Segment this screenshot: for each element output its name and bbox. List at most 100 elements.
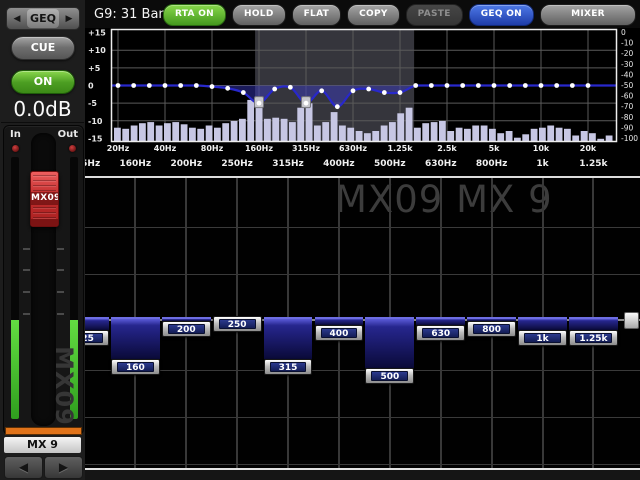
rta-bar [139,123,146,141]
eq-band-dot-5k[interactable] [492,83,497,88]
band-fader-160[interactable] [111,317,160,359]
selector-right-arrow-icon[interactable]: ▶ [59,8,79,29]
rta-bar [131,126,138,142]
fader-knob-label: MX09 [31,192,58,205]
eq-band-dot-1.6k[interactable] [413,83,418,88]
band-cap-160[interactable]: 160 [111,359,160,375]
eq-band-dot-50[interactable] [178,83,183,88]
eq-band-dot-250[interactable] [288,85,293,90]
rta-bar [281,119,288,141]
band-fader-630[interactable] [416,317,465,325]
channel-color-bar [5,427,82,435]
band-fader-800[interactable] [467,317,516,321]
eq-band-dot-16k[interactable] [570,83,575,88]
ruler-label-250Hz: 250Hz [212,159,262,169]
input-meter-fill [11,320,19,419]
geq-on-button[interactable]: GEQ ON [469,4,534,26]
band-grid-hline [85,274,640,275]
eq-band-dot-400[interactable] [319,88,324,93]
flat-button[interactable]: FLAT [292,4,342,26]
eq-band-dot-500[interactable] [335,104,340,109]
rta-bar [547,126,554,142]
right-axis-tick: -50 [621,81,633,90]
eq-band-dot-630[interactable] [351,88,356,93]
eq-band-dot-800[interactable] [366,87,371,92]
band-cap-125[interactable]: 125 [85,330,109,346]
eq-band-dot-3.15k[interactable] [460,83,465,88]
geq-curve-graph[interactable]: +15+10+50-5-10-150-10-20-30-40-50-60-70-… [85,28,640,155]
band-cap-800[interactable]: 800 [467,321,516,337]
band-cap-315[interactable]: 315 [264,359,313,375]
eq-band-dot-20[interactable] [116,83,121,88]
eq-band-dot-80[interactable] [210,84,215,89]
rta-on-button[interactable]: RTA ON [163,4,226,26]
ruler-label-500Hz: 500Hz [365,159,415,169]
rta-bar [147,122,154,141]
eq-band-dot-200[interactable] [272,87,277,92]
rta-bar [172,122,179,141]
band-fader-400[interactable] [315,317,364,325]
on-button[interactable]: ON [11,70,75,94]
rta-bar [606,136,613,142]
band-fader-315[interactable] [264,317,313,359]
band-cap-400[interactable]: 400 [315,325,364,341]
next-channel-button[interactable]: ▶ [44,456,83,479]
out-peak-led [69,145,76,152]
band-cap-label-1.25k: 1.25k [575,333,612,343]
eq-band-dot-315[interactable] [304,101,309,106]
band-cap-1k[interactable]: 1k [518,330,567,346]
channel-sidebar: ◀ GEQ ▶ CUE ON 0.0dB In Out MX09 [0,0,86,480]
band-fader-section[interactable]: MX09 MX 9 1251602002503154005006308001k1… [85,178,640,470]
selector-left-arrow-icon[interactable]: ◀ [7,8,27,29]
zero-gain-handle[interactable] [624,312,639,329]
eq-band-dot-2.5k[interactable] [445,83,450,88]
rta-bar [464,129,471,141]
band-grid-hline [85,227,640,228]
band-cap-label-400: 400 [321,328,358,338]
selector-label[interactable]: GEQ [27,9,59,28]
eq-band-dot-4k[interactable] [476,83,481,88]
x-axis-tick: 80Hz [201,144,224,153]
band-cap-1.25k[interactable]: 1.25k [569,330,618,346]
prev-channel-button[interactable]: ◀ [4,456,43,479]
eq-band-dot-31.5[interactable] [147,83,152,88]
eq-band-dot-1k[interactable] [382,90,387,95]
eq-band-dot-12.5k[interactable] [554,83,559,88]
eq-band-dot-160[interactable] [257,101,262,106]
eq-band-dot-2k[interactable] [429,83,434,88]
eq-band-dot-25[interactable] [131,83,136,88]
left-axis-tick: +10 [88,46,106,55]
geq-selector[interactable]: ◀ GEQ ▶ [6,7,80,30]
ruler-label-1.25k: 1.25k [568,159,618,169]
in-peak-led [12,145,19,152]
left-axis-tick: -5 [88,99,97,108]
rta-bar [522,134,529,141]
fader-tick [23,269,30,271]
channel-fader-knob[interactable]: MX09 [30,171,59,227]
band-grid-hline [85,417,640,418]
left-axis-tick: +5 [88,64,101,73]
band-fader-125[interactable] [85,317,109,330]
eq-band-dot-6.3k[interactable] [507,83,512,88]
mixer-button[interactable]: MIXER [540,4,636,26]
band-cap-630[interactable]: 630 [416,325,465,341]
eq-band-dot-8k[interactable] [523,83,528,88]
eq-band-dot-20k[interactable] [586,83,591,88]
band-fader-1k[interactable] [518,317,567,330]
eq-band-dot-63[interactable] [194,83,199,88]
copy-button[interactable]: COPY [347,4,400,26]
band-fader-200[interactable] [162,317,211,321]
ruler-label-800Hz: 800Hz [467,159,517,169]
hold-button[interactable]: HOLD [232,4,286,26]
eq-band-dot-100[interactable] [225,86,230,91]
eq-band-dot-40[interactable] [163,83,168,88]
band-fader-1.25k[interactable] [569,317,618,330]
band-cap-500[interactable]: 500 [365,368,414,384]
cue-button[interactable]: CUE [11,36,75,60]
eq-band-dot-1.25k[interactable] [398,90,403,95]
band-cap-250[interactable]: 250 [213,316,262,332]
eq-band-dot-10k[interactable] [539,83,544,88]
band-cap-200[interactable]: 200 [162,321,211,337]
eq-band-dot-125[interactable] [241,90,246,95]
band-fader-500[interactable] [365,317,414,368]
